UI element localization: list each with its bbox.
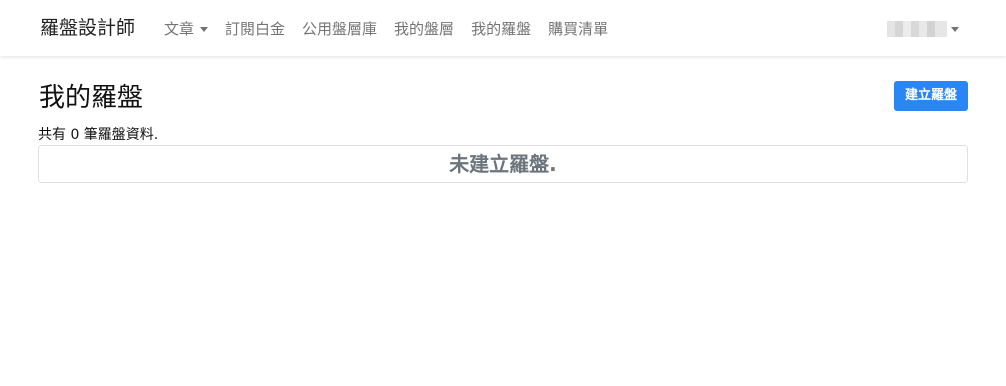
empty-state-message: 未建立羅盤. bbox=[449, 152, 557, 176]
create-compass-button[interactable]: 建立羅盤 bbox=[894, 81, 968, 111]
user-menu[interactable] bbox=[887, 19, 959, 39]
chevron-down-icon bbox=[951, 26, 959, 32]
nav-item-subscribe-platinum[interactable]: 訂閱白金 bbox=[225, 18, 285, 40]
blurred-username bbox=[887, 21, 947, 37]
nav-item-articles[interactable]: 文章 bbox=[164, 18, 209, 40]
nav-item-my-layers[interactable]: 我的盤層 bbox=[394, 18, 454, 40]
top-navbar: 羅盤設計師 文章 訂閱白金 公用盤層庫 我的盤層 我的羅盤 購買清單 bbox=[0, 0, 1006, 56]
empty-state-card: 未建立羅盤. bbox=[38, 145, 968, 183]
record-count-text: 共有 0 筆羅盤資料. bbox=[38, 127, 159, 143]
page-title: 我的羅盤 bbox=[39, 83, 144, 113]
nav-item-purchase-list[interactable]: 購買清單 bbox=[548, 18, 608, 40]
main-nav: 文章 訂閱白金 公用盤層庫 我的盤層 我的羅盤 購買清單 bbox=[164, 18, 625, 40]
brand-logo-text[interactable]: 羅盤設計師 bbox=[40, 14, 135, 42]
nav-item-my-compasses[interactable]: 我的羅盤 bbox=[471, 18, 531, 40]
nav-item-label: 文章 bbox=[164, 20, 195, 38]
nav-item-public-layer-library[interactable]: 公用盤層庫 bbox=[302, 18, 377, 40]
chevron-down-icon bbox=[200, 26, 209, 32]
